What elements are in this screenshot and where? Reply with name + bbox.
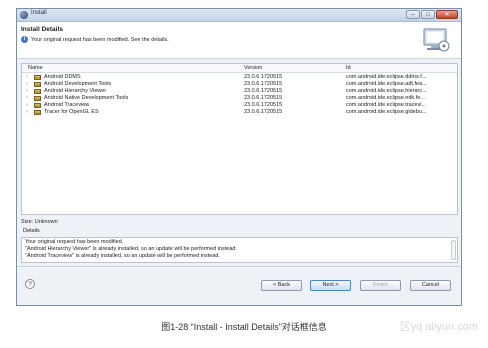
details-textarea[interactable]: Your original request has been modified.… <box>21 237 458 263</box>
size-label: Size: Unknown <box>21 219 58 225</box>
column-header-id[interactable]: Id <box>346 65 351 71</box>
feature-package-icon <box>34 75 41 80</box>
row-id: com.android.ide.eclipse.tracevi... <box>346 102 427 108</box>
row-id: com.android.ide.eclipse.hierarc... <box>346 88 427 94</box>
table-header: Name Version Id <box>22 64 457 73</box>
details-line: "Android Traceview" is already installed… <box>25 253 220 259</box>
feature-package-icon <box>34 89 41 94</box>
page-title: Install Details <box>21 26 63 33</box>
row-name: Android Traceview <box>44 102 90 108</box>
back-button[interactable]: < Back <box>261 280 302 291</box>
row-id: com.android.ide.eclipse.ddms.f... <box>346 74 427 80</box>
expand-icon[interactable]: › <box>26 81 32 87</box>
row-version: 23.0.6.1720515 <box>244 109 283 115</box>
window-controls: – □ ✕ <box>406 10 458 19</box>
feature-package-icon <box>34 96 41 101</box>
row-name: Tracer for OpenGL ES <box>44 109 99 115</box>
button-bar: ? < Back Next > Finish Cancel <box>17 266 461 305</box>
window-title: Install <box>31 10 47 16</box>
row-name: Android Hierarchy Viewer <box>44 88 107 94</box>
details-line: "Android Hierarchy Viewer" is already in… <box>25 246 237 252</box>
expand-icon[interactable]: › <box>26 109 32 115</box>
expand-icon[interactable]: › <box>26 95 32 101</box>
details-scrollbar[interactable] <box>451 240 456 260</box>
feature-package-icon <box>34 110 41 115</box>
details-line: Your original request has been modified. <box>25 239 124 245</box>
row-name: Android Native Development Tools <box>44 95 129 101</box>
cancel-button[interactable]: Cancel <box>410 280 451 291</box>
watermark: 区yq.aliyun.com <box>399 321 478 333</box>
next-button[interactable]: Next > <box>310 280 351 291</box>
row-id: com.android.ide.eclipse.ndk.fe... <box>346 95 425 101</box>
install-window: Install – □ ✕ Install Details i Your ori… <box>16 8 462 306</box>
help-icon[interactable]: ? <box>25 279 35 289</box>
row-version: 23.0.6.1720515 <box>244 81 283 87</box>
close-button[interactable]: ✕ <box>436 10 458 19</box>
install-items-table[interactable]: Name Version Id › Android DDMS 23.0.6.17… <box>21 63 458 215</box>
minimize-button[interactable]: – <box>406 10 420 19</box>
row-version: 23.0.6.1720515 <box>244 88 283 94</box>
table-row[interactable]: › Android Native Development Tools 23.0.… <box>22 95 457 102</box>
dialog-header: Install Details i Your original request … <box>17 22 461 59</box>
maximize-button[interactable]: □ <box>421 10 435 19</box>
title-bar: Install – □ ✕ <box>17 9 461 22</box>
info-icon: i <box>21 36 28 43</box>
table-row[interactable]: › Android DDMS 23.0.6.1720515 com.androi… <box>22 74 457 81</box>
header-message: Your original request has been modified.… <box>31 37 169 43</box>
row-version: 23.0.6.1720515 <box>244 102 283 108</box>
table-row[interactable]: › Android Hierarchy Viewer 23.0.6.172051… <box>22 88 457 95</box>
row-id: com.android.ide.eclipse.adt.fea... <box>346 81 427 87</box>
column-header-name[interactable]: Name <box>28 65 43 71</box>
expand-icon[interactable]: › <box>26 88 32 94</box>
row-id: com.android.ide.eclipse.gldebu... <box>346 109 427 115</box>
row-name: Android Development Tools <box>44 81 112 87</box>
feature-package-icon <box>34 103 41 108</box>
table-row[interactable]: › Android Traceview 23.0.6.1720515 com.a… <box>22 102 457 109</box>
table-row[interactable]: › Android Development Tools 23.0.6.17205… <box>22 81 457 88</box>
row-version: 23.0.6.1720515 <box>244 95 283 101</box>
eclipse-icon <box>20 11 28 19</box>
expand-icon[interactable]: › <box>26 102 32 108</box>
expand-icon[interactable]: › <box>26 74 32 80</box>
details-label: Details <box>23 228 40 234</box>
row-name: Android DDMS <box>44 74 81 80</box>
column-header-version[interactable]: Version <box>244 65 262 71</box>
table-row[interactable]: › Tracer for OpenGL ES 23.0.6.1720515 co… <box>22 109 457 116</box>
install-wizard-icon <box>423 28 450 52</box>
row-version: 23.0.6.1720515 <box>244 74 283 80</box>
finish-button[interactable]: Finish <box>360 280 401 291</box>
feature-package-icon <box>34 82 41 87</box>
